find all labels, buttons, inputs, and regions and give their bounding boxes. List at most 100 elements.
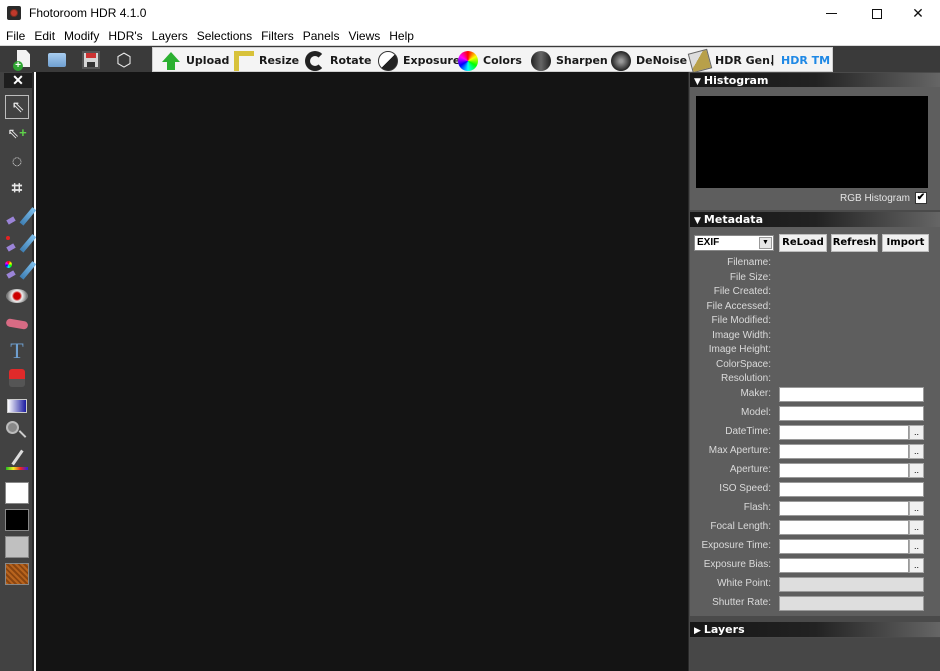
gradient-icon <box>7 399 27 413</box>
rotate-button[interactable]: Rotate <box>305 48 371 73</box>
sharpen-button[interactable]: Sharpen <box>531 48 608 73</box>
aperture-more-button[interactable]: .. <box>909 463 924 478</box>
focal-length-field[interactable] <box>779 520 909 535</box>
color-brush-icon <box>19 261 37 280</box>
datetime-more-button[interactable]: .. <box>909 425 924 440</box>
image-width-label: Image Width: <box>712 330 771 341</box>
menu-panels[interactable]: Panels <box>303 29 340 43</box>
exposure-time-more-button[interactable]: .. <box>909 539 924 554</box>
red-eye-tool[interactable] <box>5 284 29 308</box>
iso-speed-field[interactable] <box>779 482 924 497</box>
texture-swatch[interactable] <box>5 563 29 585</box>
hdr-gen-button[interactable]: HDR Gen. <box>687 48 775 73</box>
hdr-tm-link[interactable]: HDR TM <box>781 48 830 73</box>
side-panel: ▼ Histogram RGB Histogram ✔ ▼ Metadata EXI… <box>688 72 940 671</box>
denoise-button[interactable]: DeNoise <box>611 48 687 73</box>
maximize-button[interactable] <box>854 0 900 27</box>
eyedropper-tool[interactable] <box>5 448 29 472</box>
menu-edit[interactable]: Edit <box>34 29 55 43</box>
maker-label: Maker: <box>740 388 771 399</box>
metadata-header[interactable]: ▼ Metadata <box>690 212 940 227</box>
refresh-button[interactable]: Refresh <box>831 234 878 252</box>
minimize-button[interactable] <box>808 0 854 27</box>
menu-views[interactable]: Views <box>348 29 380 43</box>
rgb-histogram-label: RGB Histogram <box>840 193 911 204</box>
magnifier-tool[interactable] <box>5 420 29 444</box>
title-bar: Fhotoroom HDR 4.1.0 ✕ <box>0 0 940 27</box>
import-button[interactable]: Import <box>882 234 929 252</box>
metadata-panel: EXIF ▼ ReLoad Refresh Import Filename: F… <box>690 227 940 616</box>
eraser-tool[interactable] <box>5 312 29 336</box>
save-button[interactable] <box>80 49 102 71</box>
open-button[interactable] <box>46 49 68 71</box>
menu-layers[interactable]: Layers <box>152 29 188 43</box>
white-point-field <box>779 577 924 592</box>
flash-more-button[interactable]: .. <box>909 501 924 516</box>
aperture-field[interactable] <box>779 463 909 478</box>
ruler-icon <box>234 50 254 71</box>
max-aperture-field[interactable] <box>779 444 909 459</box>
model-field[interactable] <box>779 406 924 421</box>
maximize-icon <box>872 8 882 19</box>
max-aperture-more-button[interactable]: .. <box>909 444 924 459</box>
crop-icon: ⌗ <box>11 178 23 198</box>
focal-length-more-button[interactable]: .. <box>909 520 924 535</box>
select-tool[interactable]: ⇖ <box>5 95 29 119</box>
histogram-header[interactable]: ▼ Histogram <box>690 73 940 88</box>
menu-bar: File Edit Modify HDR's Layers Selections… <box>0 27 940 45</box>
arrow-plus-icon: ⇖+ <box>7 125 27 141</box>
exposure-bias-more-button[interactable]: .. <box>909 558 924 573</box>
resize-button[interactable]: Resize <box>234 48 299 73</box>
layers-header[interactable]: ▶ Layers <box>690 622 940 637</box>
minimize-icon <box>825 13 837 14</box>
exposure-button[interactable]: Exposure <box>378 48 460 73</box>
arrow-cursor-icon: ⇖ <box>11 99 25 116</box>
foreground-color-swatch[interactable] <box>5 482 29 504</box>
hdr-gen-label: HDR Gen. <box>715 54 775 67</box>
colors-button[interactable]: Colors <box>458 48 522 73</box>
exposure-time-field[interactable] <box>779 539 909 554</box>
close-palette-button[interactable]: ✕ <box>4 73 32 88</box>
metadata-title: Metadata <box>703 213 763 226</box>
upload-label: Upload <box>186 54 230 67</box>
paint-bucket-tool[interactable] <box>5 366 29 390</box>
datetime-field[interactable] <box>779 425 909 440</box>
sharpen-icon <box>531 50 551 71</box>
exposure-time-label: Exposure Time: <box>701 540 771 551</box>
gradient-tool[interactable] <box>5 394 29 418</box>
menu-filters[interactable]: Filters <box>261 29 294 43</box>
image-canvas[interactable] <box>36 72 688 671</box>
3d-view-button[interactable]: ⬡ <box>113 49 135 71</box>
window-title: Fhotoroom HDR 4.1.0 <box>29 6 147 20</box>
text-icon: T <box>10 338 24 363</box>
close-button[interactable]: ✕ <box>895 0 940 27</box>
maker-field[interactable] <box>779 387 924 402</box>
brush-tool[interactable] <box>5 202 37 226</box>
add-selection-tool[interactable]: ⇖+ <box>5 121 29 145</box>
colors-label: Colors <box>483 54 522 67</box>
denoise-icon <box>611 50 631 71</box>
neutral-color-swatch[interactable] <box>5 536 29 558</box>
crop-tool[interactable]: ⌗ <box>5 176 29 200</box>
open-folder-icon <box>48 53 66 67</box>
upload-button[interactable]: Upload <box>161 48 229 73</box>
red-brush-tool[interactable] <box>5 229 37 253</box>
color-wheel-icon <box>458 50 478 71</box>
background-color-swatch[interactable] <box>5 509 29 531</box>
text-tool[interactable]: T <box>5 339 29 363</box>
exposure-bias-field[interactable] <box>779 558 909 573</box>
metadata-type-select[interactable]: EXIF ▼ <box>694 235 774 251</box>
color-brush-tool[interactable] <box>5 256 37 280</box>
flash-field[interactable] <box>779 501 909 516</box>
white-point-label: White Point: <box>717 578 771 589</box>
rgb-histogram-checkbox[interactable]: ✔ <box>915 192 927 204</box>
menu-hdrs[interactable]: HDR's <box>108 29 142 43</box>
lasso-tool[interactable]: ◌ <box>5 149 29 173</box>
reload-button[interactable]: ReLoad <box>779 234 827 252</box>
menu-file[interactable]: File <box>6 29 25 43</box>
paint-bucket-icon <box>9 369 25 387</box>
menu-modify[interactable]: Modify <box>64 29 99 43</box>
menu-selections[interactable]: Selections <box>197 29 252 43</box>
menu-help[interactable]: Help <box>389 29 414 43</box>
new-file-button[interactable]: + <box>12 49 34 71</box>
